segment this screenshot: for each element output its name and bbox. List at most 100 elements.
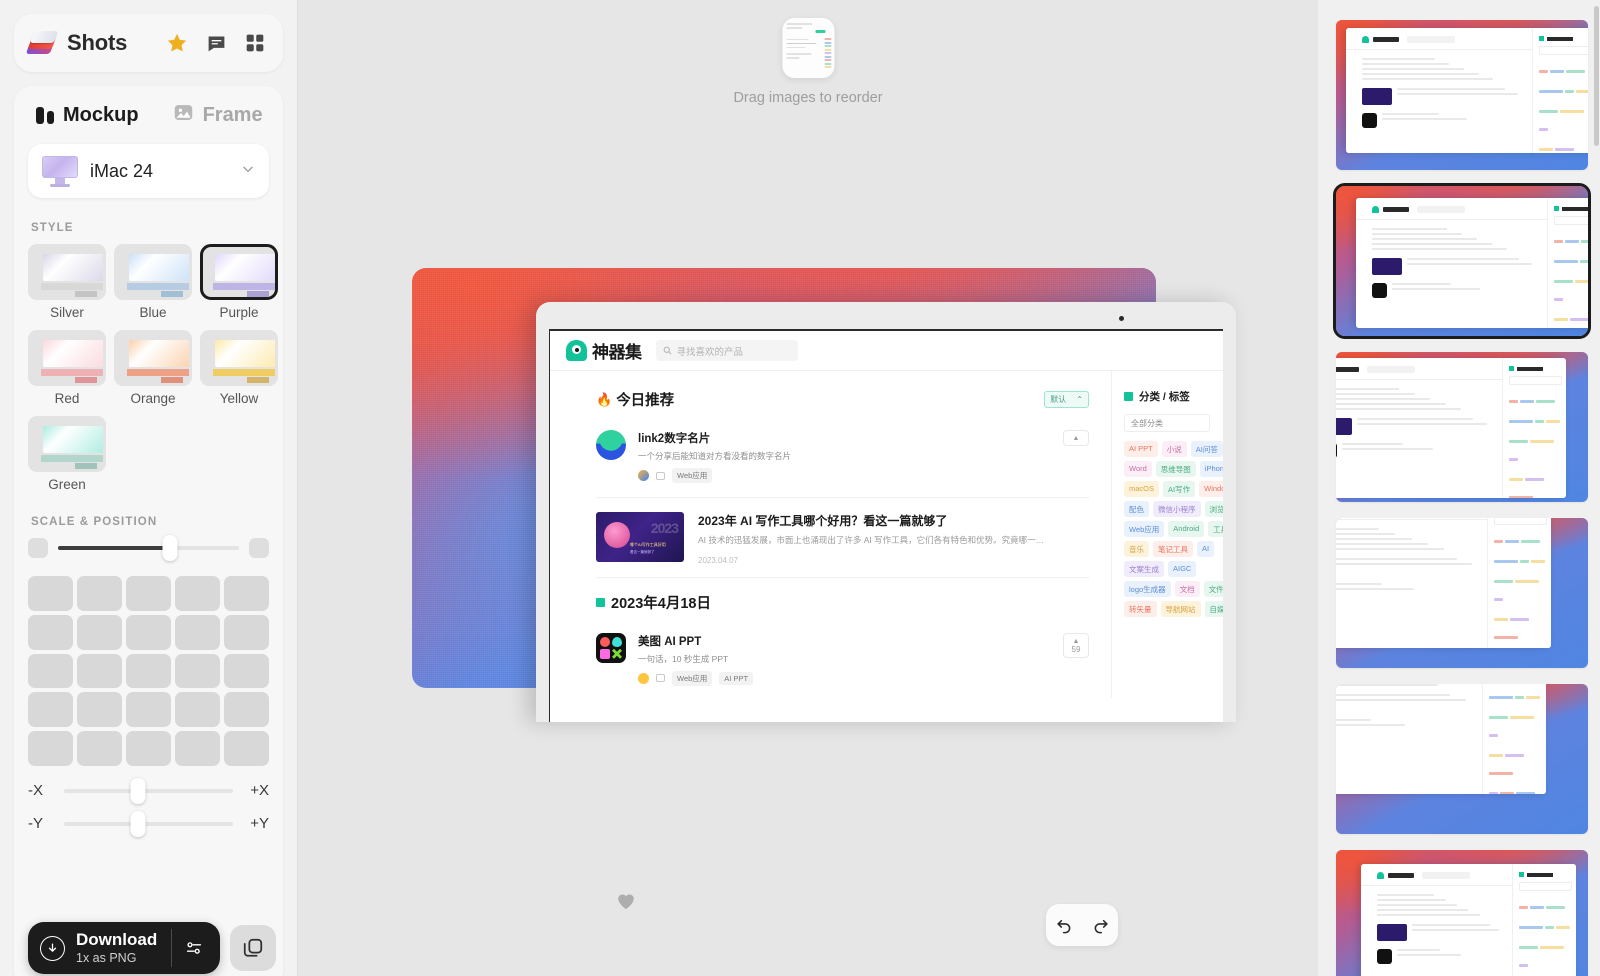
undo-button[interactable] [1055, 916, 1074, 935]
download-options-button[interactable] [172, 940, 216, 956]
position-cell[interactable] [175, 576, 220, 611]
category-tag[interactable]: 浏览 [1205, 501, 1224, 517]
category-tag[interactable]: AI问答 [1191, 441, 1223, 457]
style-option-silver[interactable]: Silver [28, 244, 106, 320]
grid-icon[interactable] [245, 33, 265, 53]
category-tag[interactable]: 配色 [1124, 501, 1149, 517]
tag-chip[interactable]: AI PPT [719, 672, 753, 685]
category-tag[interactable]: AI写作 [1163, 481, 1195, 497]
position-cell[interactable] [126, 731, 171, 766]
position-cell[interactable] [224, 731, 269, 766]
category-tag[interactable]: 转矢量 [1124, 601, 1157, 617]
scale-slider-thumb[interactable] [163, 535, 178, 561]
category-tag[interactable]: 小说 [1162, 441, 1187, 457]
category-tag[interactable]: 文案生成 [1124, 561, 1164, 577]
category-tag[interactable]: Web应用 [1124, 521, 1164, 537]
thumbnail-4[interactable] [1336, 518, 1588, 668]
scale-up-button[interactable] [249, 538, 269, 558]
comment-icon[interactable] [206, 33, 227, 54]
y-slider-thumb[interactable] [131, 811, 146, 837]
style-option-yellow[interactable]: Yellow [200, 330, 278, 406]
sort-dropdown[interactable]: 默认 ⌃ [1044, 391, 1089, 408]
article-item[interactable]: 2023 哪个AI写作工具好用 看这一篇就够了 2023年 AI 写作工具哪个好… [596, 512, 1089, 575]
position-cell[interactable] [224, 576, 269, 611]
list-item[interactable]: link2数字名片 一个分享后能知道对方看没看的数字名片 Web应用 [596, 424, 1089, 495]
site-logo[interactable]: 神器集 [566, 338, 642, 363]
comment-icon[interactable] [656, 472, 665, 480]
position-cell[interactable] [77, 692, 122, 727]
position-cell[interactable] [224, 654, 269, 689]
position-cell[interactable] [175, 692, 220, 727]
thumbnail-3[interactable] [1336, 352, 1588, 502]
category-tag[interactable]: 思维导图 [1156, 461, 1196, 477]
scale-down-button[interactable] [28, 538, 48, 558]
download-button[interactable]: Download 1x as PNG [28, 922, 220, 974]
tag-chip[interactable]: Web应用 [672, 671, 712, 686]
category-tag[interactable]: AI PPT [1124, 441, 1158, 457]
x-slider-thumb[interactable] [131, 778, 146, 804]
category-tag[interactable]: iPhone [1200, 461, 1223, 477]
position-cell[interactable] [28, 692, 73, 727]
app-scrollbar[interactable] [1594, 6, 1599, 146]
thumbnail-6[interactable] [1336, 850, 1588, 976]
position-cell[interactable] [77, 654, 122, 689]
position-cell[interactable] [175, 654, 220, 689]
star-icon[interactable] [166, 32, 188, 54]
list-item[interactable]: 美图 AI PPT 一句话，10 秒生成 PPT Web应用 AI PPT [596, 627, 1089, 698]
position-cell[interactable] [224, 615, 269, 650]
comment-icon[interactable] [656, 674, 665, 682]
x-slider-track[interactable] [64, 789, 233, 793]
heart-icon[interactable] [616, 892, 636, 916]
category-tag[interactable]: 微信小程序 [1153, 501, 1201, 517]
reaction-icon[interactable] [638, 673, 649, 684]
category-tag[interactable]: 文档 [1175, 581, 1200, 597]
category-select[interactable]: 全部分类 [1124, 414, 1210, 432]
style-option-green[interactable]: Green [28, 416, 106, 492]
reaction-icon[interactable] [638, 470, 649, 481]
style-option-blue[interactable]: Blue [114, 244, 192, 320]
category-tag[interactable]: 工具箱 [1208, 521, 1223, 537]
category-tag[interactable]: Android [1168, 521, 1204, 537]
position-cell[interactable] [77, 576, 122, 611]
category-tag[interactable]: 音乐 [1124, 541, 1149, 557]
position-cell[interactable] [126, 576, 171, 611]
thumbnail-1[interactable] [1336, 20, 1588, 170]
copy-button[interactable] [230, 925, 276, 971]
scale-slider-track[interactable] [58, 546, 239, 550]
redo-button[interactable] [1091, 916, 1110, 935]
drop-zone[interactable]: Drag images to reorder [733, 18, 882, 106]
style-option-purple[interactable]: Purple [200, 244, 278, 320]
category-tag[interactable]: 文件压缩 [1204, 581, 1223, 597]
style-option-red[interactable]: Red [28, 330, 106, 406]
position-cell[interactable] [77, 615, 122, 650]
position-cell[interactable] [77, 731, 122, 766]
position-cell[interactable] [175, 615, 220, 650]
position-cell[interactable] [224, 692, 269, 727]
position-cell[interactable] [28, 576, 73, 611]
category-tag[interactable]: Word [1124, 461, 1152, 477]
thumbnail-5[interactable] [1336, 684, 1588, 834]
thumbnail-2[interactable] [1336, 186, 1588, 336]
position-cell[interactable] [28, 615, 73, 650]
category-tag[interactable]: Windows [1199, 481, 1223, 497]
position-cell[interactable] [126, 692, 171, 727]
category-tag[interactable]: macOS [1124, 481, 1159, 497]
category-tag[interactable]: AI [1197, 541, 1214, 557]
position-cell[interactable] [126, 615, 171, 650]
category-tag[interactable]: logo生成器 [1124, 581, 1171, 597]
category-tag[interactable]: 笔记工具 [1153, 541, 1193, 557]
device-select[interactable]: iMac 24 [28, 144, 269, 198]
position-cell[interactable] [28, 731, 73, 766]
tab-mockup[interactable]: Mockup [36, 104, 139, 127]
style-option-orange[interactable]: Orange [114, 330, 192, 406]
position-cell[interactable] [175, 731, 220, 766]
category-tag[interactable]: 自媒体 [1205, 601, 1224, 617]
upvote-button[interactable]: ▲ [1063, 430, 1089, 446]
tag-chip[interactable]: Web应用 [672, 468, 712, 483]
upvote-button[interactable]: ▲ 59 [1063, 633, 1089, 658]
position-cell[interactable] [28, 654, 73, 689]
tab-frame[interactable]: Frame [173, 102, 263, 128]
y-slider-track[interactable] [64, 822, 233, 826]
position-cell[interactable] [126, 654, 171, 689]
search-input[interactable]: 寻找喜欢的产品 [656, 340, 798, 361]
